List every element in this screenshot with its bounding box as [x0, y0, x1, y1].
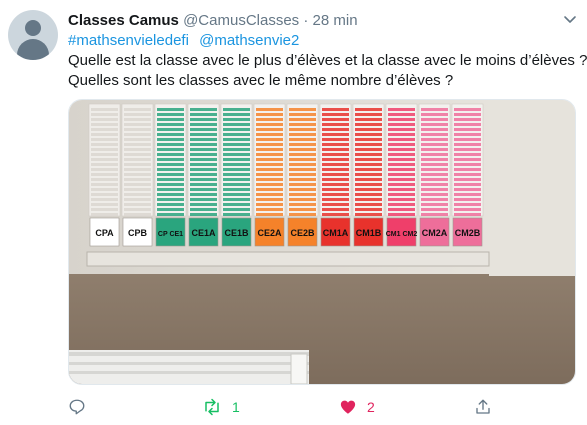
- chevron-down-icon[interactable]: [563, 12, 577, 26]
- tweet[interactable]: Classes Camus @CamusClasses · 28 min #ma…: [0, 0, 587, 425]
- tweet-header: Classes Camus @CamusClasses · 28 min: [68, 11, 358, 30]
- retweet-icon: [205, 398, 219, 416]
- class-pocket-column: CM1B: [352, 103, 385, 247]
- classroom-board-photo: CPA CPB CP CE1 CE1A CE1B CE2A CE2B CM1A CM1B CM1 …: [69, 100, 575, 384]
- class-label: CM2B: [455, 228, 481, 238]
- share-button[interactable]: [474, 394, 492, 420]
- reply-button[interactable]: [68, 394, 96, 420]
- like-button[interactable]: 2: [339, 394, 375, 420]
- class-pocket-column: CM1A: [319, 103, 352, 247]
- class-pocket-column: CM2A: [418, 103, 451, 247]
- class-label: CPB: [128, 228, 148, 238]
- mention-link[interactable]: @mathsenvie2: [199, 32, 299, 49]
- tweet-actions: 1 2: [68, 394, 548, 420]
- like-count: 2: [367, 399, 375, 415]
- class-label: CM1B: [356, 228, 382, 238]
- avatar-head: [25, 20, 41, 36]
- pocket-rail: [86, 251, 490, 267]
- class-pocket-column: CE1A: [187, 103, 220, 247]
- retweet-count: 1: [232, 399, 240, 415]
- hashtag-link[interactable]: #mathsenvieledefi: [68, 32, 189, 49]
- retweet-button[interactable]: 1: [202, 394, 240, 420]
- class-label: CE2B: [290, 228, 315, 238]
- tweet-text-line: Quelle est la classe avec le plus d’élèv…: [68, 52, 587, 69]
- tweet-text: Quelle est la classe avec le plus d’élèv…: [68, 51, 587, 91]
- tweet-photo[interactable]: CPA CPB CP CE1 CE1A CE1B CE2A CE2B CM1A CM1B CM1 …: [68, 99, 576, 385]
- author-name[interactable]: Classes Camus: [68, 12, 179, 29]
- tweet-text-line: Quelles sont les classes avec le même no…: [68, 72, 454, 89]
- class-label: CPA: [95, 228, 114, 238]
- like-icon: [340, 400, 356, 414]
- separator-dot: ·: [303, 12, 309, 29]
- avatar[interactable]: [8, 10, 58, 60]
- class-pocket-column: CP CE1: [154, 103, 187, 247]
- share-icon: [476, 399, 490, 414]
- tweet-time[interactable]: 28 min: [313, 12, 358, 29]
- class-label: CE1B: [224, 228, 249, 238]
- class-pocket-column: CE2A: [253, 103, 286, 247]
- class-label: CE2A: [257, 228, 282, 238]
- class-pocket-column: CE2B: [286, 103, 319, 247]
- class-pocket-column: CM1 CM2: [385, 103, 418, 247]
- class-pocket-column: CPB: [121, 103, 154, 247]
- class-label: CP CE1: [158, 231, 183, 238]
- class-label: CE1A: [191, 228, 216, 238]
- class-label: CM2A: [422, 228, 448, 238]
- avatar-body: [17, 39, 49, 60]
- wall-right: [489, 100, 575, 276]
- reply-icon: [69, 399, 85, 415]
- radiator: [69, 350, 309, 384]
- class-label: CM1 CM2: [386, 231, 418, 238]
- tweet-hashtags: #mathsenvieledefi @mathsenvie2: [68, 31, 305, 50]
- class-pocket-column: CPA: [88, 103, 121, 247]
- class-pocket-column: CM2B: [451, 103, 484, 247]
- author-handle[interactable]: @CamusClasses: [183, 12, 299, 29]
- class-label: CM1A: [323, 228, 349, 238]
- class-pocket-column: CE1B: [220, 103, 253, 247]
